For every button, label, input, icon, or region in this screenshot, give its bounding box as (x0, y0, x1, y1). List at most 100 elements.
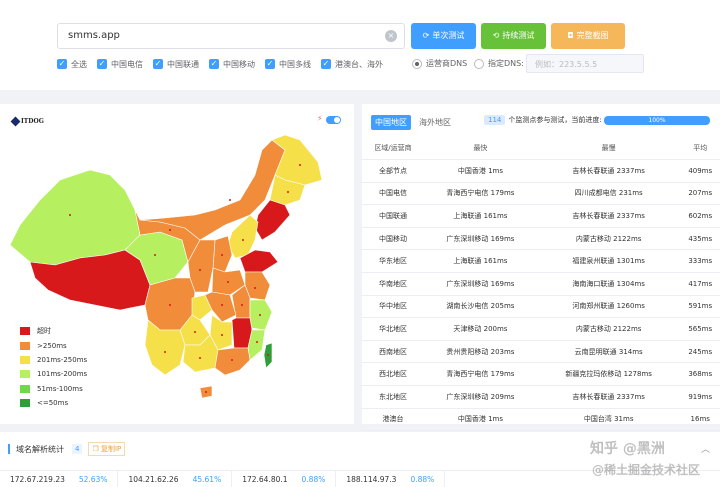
cell-average: 565ms (680, 317, 720, 341)
cell-average: 207ms (680, 182, 720, 206)
legend-label: 超时 (37, 327, 51, 336)
legend-item: >250ms (20, 338, 87, 352)
legend-swatch (20, 355, 30, 364)
cell-slowest: 吉林长春联通 2337ms (536, 204, 681, 228)
copy-ip-label: 复制IP (100, 445, 122, 453)
cell-fastest: 青海西宁电信 179ms (423, 362, 537, 387)
map-region-shanxi[interactable] (212, 235, 233, 273)
legend-item: 101ms-200ms (20, 367, 87, 381)
cell-average: 919ms (680, 385, 720, 409)
cell-average: 368ms (680, 362, 720, 387)
dns-stats-count: 4 (72, 444, 83, 454)
cell-slowest: 河南郑州联通 1260ms (536, 295, 681, 319)
ip-percent: 0.88% (410, 474, 435, 484)
ip-item: 188.114.97.3 0.88% (336, 471, 446, 487)
node-count: 114 个监测点参与测试，当前进度: (484, 115, 602, 125)
cell-average: 435ms (680, 227, 720, 251)
continuous-test-button[interactable]: ⟲ 持续测试 (481, 23, 546, 49)
dns-stats-header: 域名解析统计 4 ❐ 复制IP (8, 442, 126, 456)
ip-address: 172.67.219.23 (10, 474, 65, 484)
table-row: 中国移动 广东深圳移动 169ms 内蒙古移动 2122ms 435ms (362, 227, 720, 251)
screenshot-button[interactable]: ◘ 完整截图 (551, 23, 625, 49)
legend-item: 201ms-250ms (20, 353, 87, 367)
tab-china[interactable]: 中国地区 (371, 115, 411, 130)
collapse-icon[interactable]: ︿ (701, 442, 710, 455)
cell-average: 245ms (680, 340, 720, 364)
cell-slowest: 福建泉州联通 1301ms (536, 249, 681, 274)
legend-swatch (20, 370, 30, 379)
legend-swatch (20, 399, 30, 408)
node-count-badge: 114 (484, 115, 506, 125)
loop-icon: ⟲ (492, 31, 500, 40)
continuous-test-label: 持续测试 (502, 31, 535, 40)
single-test-button[interactable]: ⟳ 单次测试 (411, 23, 476, 49)
cell-region: 全部节点 (362, 159, 424, 183)
cell-slowest: 新疆克拉玛依移动 1278ms (536, 362, 681, 387)
cell-average: 602ms (680, 204, 720, 228)
results-table: 区域/运营商 最快 最慢 平均 全部节点 中国香港 1ms 吉林长春联通 2337m… (362, 137, 720, 432)
cell-fastest: 中国香港 1ms (423, 408, 537, 432)
header-slowest: 最慢 (536, 137, 681, 161)
map-region-guangdong[interactable] (214, 347, 251, 376)
map-region-liaoning[interactable] (254, 199, 291, 241)
cell-average: 591ms (680, 295, 720, 319)
cell-average: 417ms (680, 272, 720, 296)
radio-label: 运营商DNS (426, 59, 468, 68)
table-header-row: 区域/运营商 最快 最慢 平均 (362, 137, 720, 161)
ip-address: 104.21.62.26 (128, 474, 179, 484)
cell-fastest: 贵州贵阳移动 203ms (423, 340, 537, 364)
map-legend: 超时 >250ms 201ms-250ms 101ms-200ms 51ms-1… (20, 324, 87, 410)
ip-percent: 52.63% (78, 474, 108, 484)
radio-label: 指定DNS: (488, 59, 524, 68)
cell-fastest: 上海联通 161ms (423, 249, 537, 274)
table-row: 中国联通 上海联通 161ms 吉林长春联通 2337ms 602ms (362, 204, 720, 228)
node-count-text: 个监测点参与测试，当前进度: (508, 116, 602, 124)
cell-region: 中国联通 (362, 204, 424, 228)
cell-fastest: 天津移动 200ms (423, 317, 537, 341)
cell-region: 华南地区 (362, 272, 424, 296)
copy-icon: ❐ (92, 445, 99, 453)
legend-label: 101ms-200ms (37, 370, 88, 379)
cell-region: 中国移动 (362, 227, 424, 251)
title-bar (8, 444, 10, 454)
map-region-xinjiang[interactable] (9, 169, 141, 266)
cell-fastest: 上海联通 161ms (423, 204, 537, 228)
ip-item: 172.67.219.23 52.63% (0, 471, 119, 487)
cell-fastest: 中国香港 1ms (423, 159, 537, 183)
legend-label: <=50ms (37, 399, 69, 408)
watermark-line1: 知乎 @黑洲 (590, 441, 665, 457)
table-row: 全部节点 中国香港 1ms 吉林长春联通 2337ms 409ms (362, 159, 720, 183)
clear-icon[interactable]: × (385, 30, 397, 42)
cell-slowest: 吉林长春联通 2337ms (536, 385, 681, 409)
table-row: 西北地区 青海西宁电信 179ms 新疆克拉玛依移动 1278ms 368ms (362, 362, 720, 387)
cell-fastest: 湖南长沙电信 205ms (423, 295, 537, 319)
tab-overseas[interactable]: 海外地区 (415, 115, 455, 130)
header-region: 区域/运营商 (362, 137, 424, 161)
dns-stats-title: 域名解析统计 (16, 444, 64, 454)
cell-average: 409ms (680, 159, 720, 183)
legend-label: >250ms (37, 341, 67, 350)
ip-percent: 0.88% (301, 474, 326, 484)
cell-fastest: 广东深圳移动 169ms (423, 272, 537, 296)
table-row: 华东地区 上海联通 161ms 福建泉州联通 1301ms 333ms (362, 249, 720, 274)
table-row: 华北地区 天津移动 200ms 内蒙古移动 2122ms 565ms (362, 317, 720, 341)
table-row: 港澳台 中国香港 1ms 中国台湾 31ms 16ms (362, 408, 720, 432)
region-tabs: 中国地区 海外地区 (371, 115, 459, 130)
cell-region: 华东地区 (362, 249, 424, 274)
cell-slowest: 吉林长春联通 2337ms (536, 159, 681, 183)
radio-carrier-dns[interactable]: 运营商DNS (412, 58, 467, 69)
cell-slowest: 中国台湾 31ms (536, 408, 681, 432)
radio-dot-icon (474, 58, 484, 69)
single-test-label: 单次测试 (432, 31, 465, 40)
legend-swatch (20, 341, 30, 350)
copy-ip-button[interactable]: ❐ 复制IP (88, 442, 126, 456)
header-average: 平均 (680, 137, 720, 161)
camera-icon: ◘ (567, 31, 574, 40)
table-row: 华南地区 广东深圳移动 169ms 海南海口联通 1304ms 417ms (362, 272, 720, 296)
cell-slowest: 内蒙古移动 2122ms (536, 317, 681, 341)
radio-custom-dns[interactable]: 指定DNS: (474, 58, 524, 69)
cell-region: 华北地区 (362, 317, 424, 341)
cell-region: 华中地区 (362, 295, 424, 319)
table-row: 西南地区 贵州贵阳移动 203ms 云南昆明联通 314ms 245ms (362, 340, 720, 364)
custom-dns-input[interactable]: 例如：223.5.5.5 (526, 54, 644, 73)
